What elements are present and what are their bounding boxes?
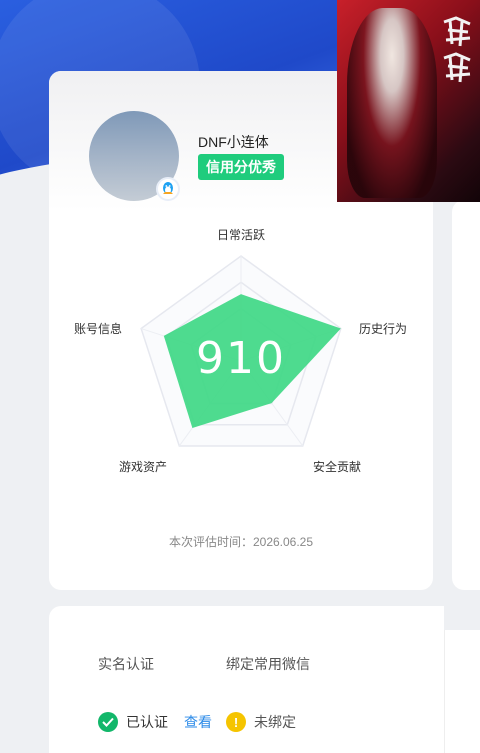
credit-score-value: 910 — [196, 333, 286, 384]
credit-level-badge: 信用分优秀 — [198, 154, 284, 180]
radar-label-game-assets: 游戏资产 — [119, 460, 168, 474]
wechat-status-row: ! 未绑定 — [226, 712, 296, 732]
realname-status-row: 已认证 查看 — [98, 712, 212, 732]
realname-title: 实名认证 — [98, 656, 154, 672]
realname-status: 已认证 — [126, 714, 168, 730]
game-logo — [440, 14, 474, 84]
radar-label-security-contribution: 安全贡献 — [313, 460, 362, 474]
game-character-figure — [347, 8, 437, 198]
game-banner-image[interactable] — [337, 0, 480, 202]
check-circle-icon — [98, 712, 118, 732]
radar-label-daily-activity: 日常活跃 — [217, 228, 266, 242]
wechat-bind-title: 绑定常用微信 — [226, 656, 310, 672]
warning-circle-icon: ! — [226, 712, 246, 732]
wechat-status: 未绑定 — [254, 714, 296, 730]
adjacent-card-peek — [452, 200, 480, 590]
radar-label-history-behavior: 历史行为 — [359, 322, 408, 336]
adjacent-card-peek-lower — [444, 630, 480, 753]
qq-penguin-icon — [156, 177, 180, 201]
radar-label-account-info: 账号信息 — [74, 322, 123, 336]
verification-card: 实名认证 绑定常用微信 已认证 查看 ! 未绑定 — [49, 606, 444, 753]
view-realname-link[interactable]: 查看 — [184, 712, 212, 732]
evaluation-time: 本次评估时间：2026.06.25 — [168, 535, 314, 549]
username: DNF小连体 — [198, 134, 269, 150]
